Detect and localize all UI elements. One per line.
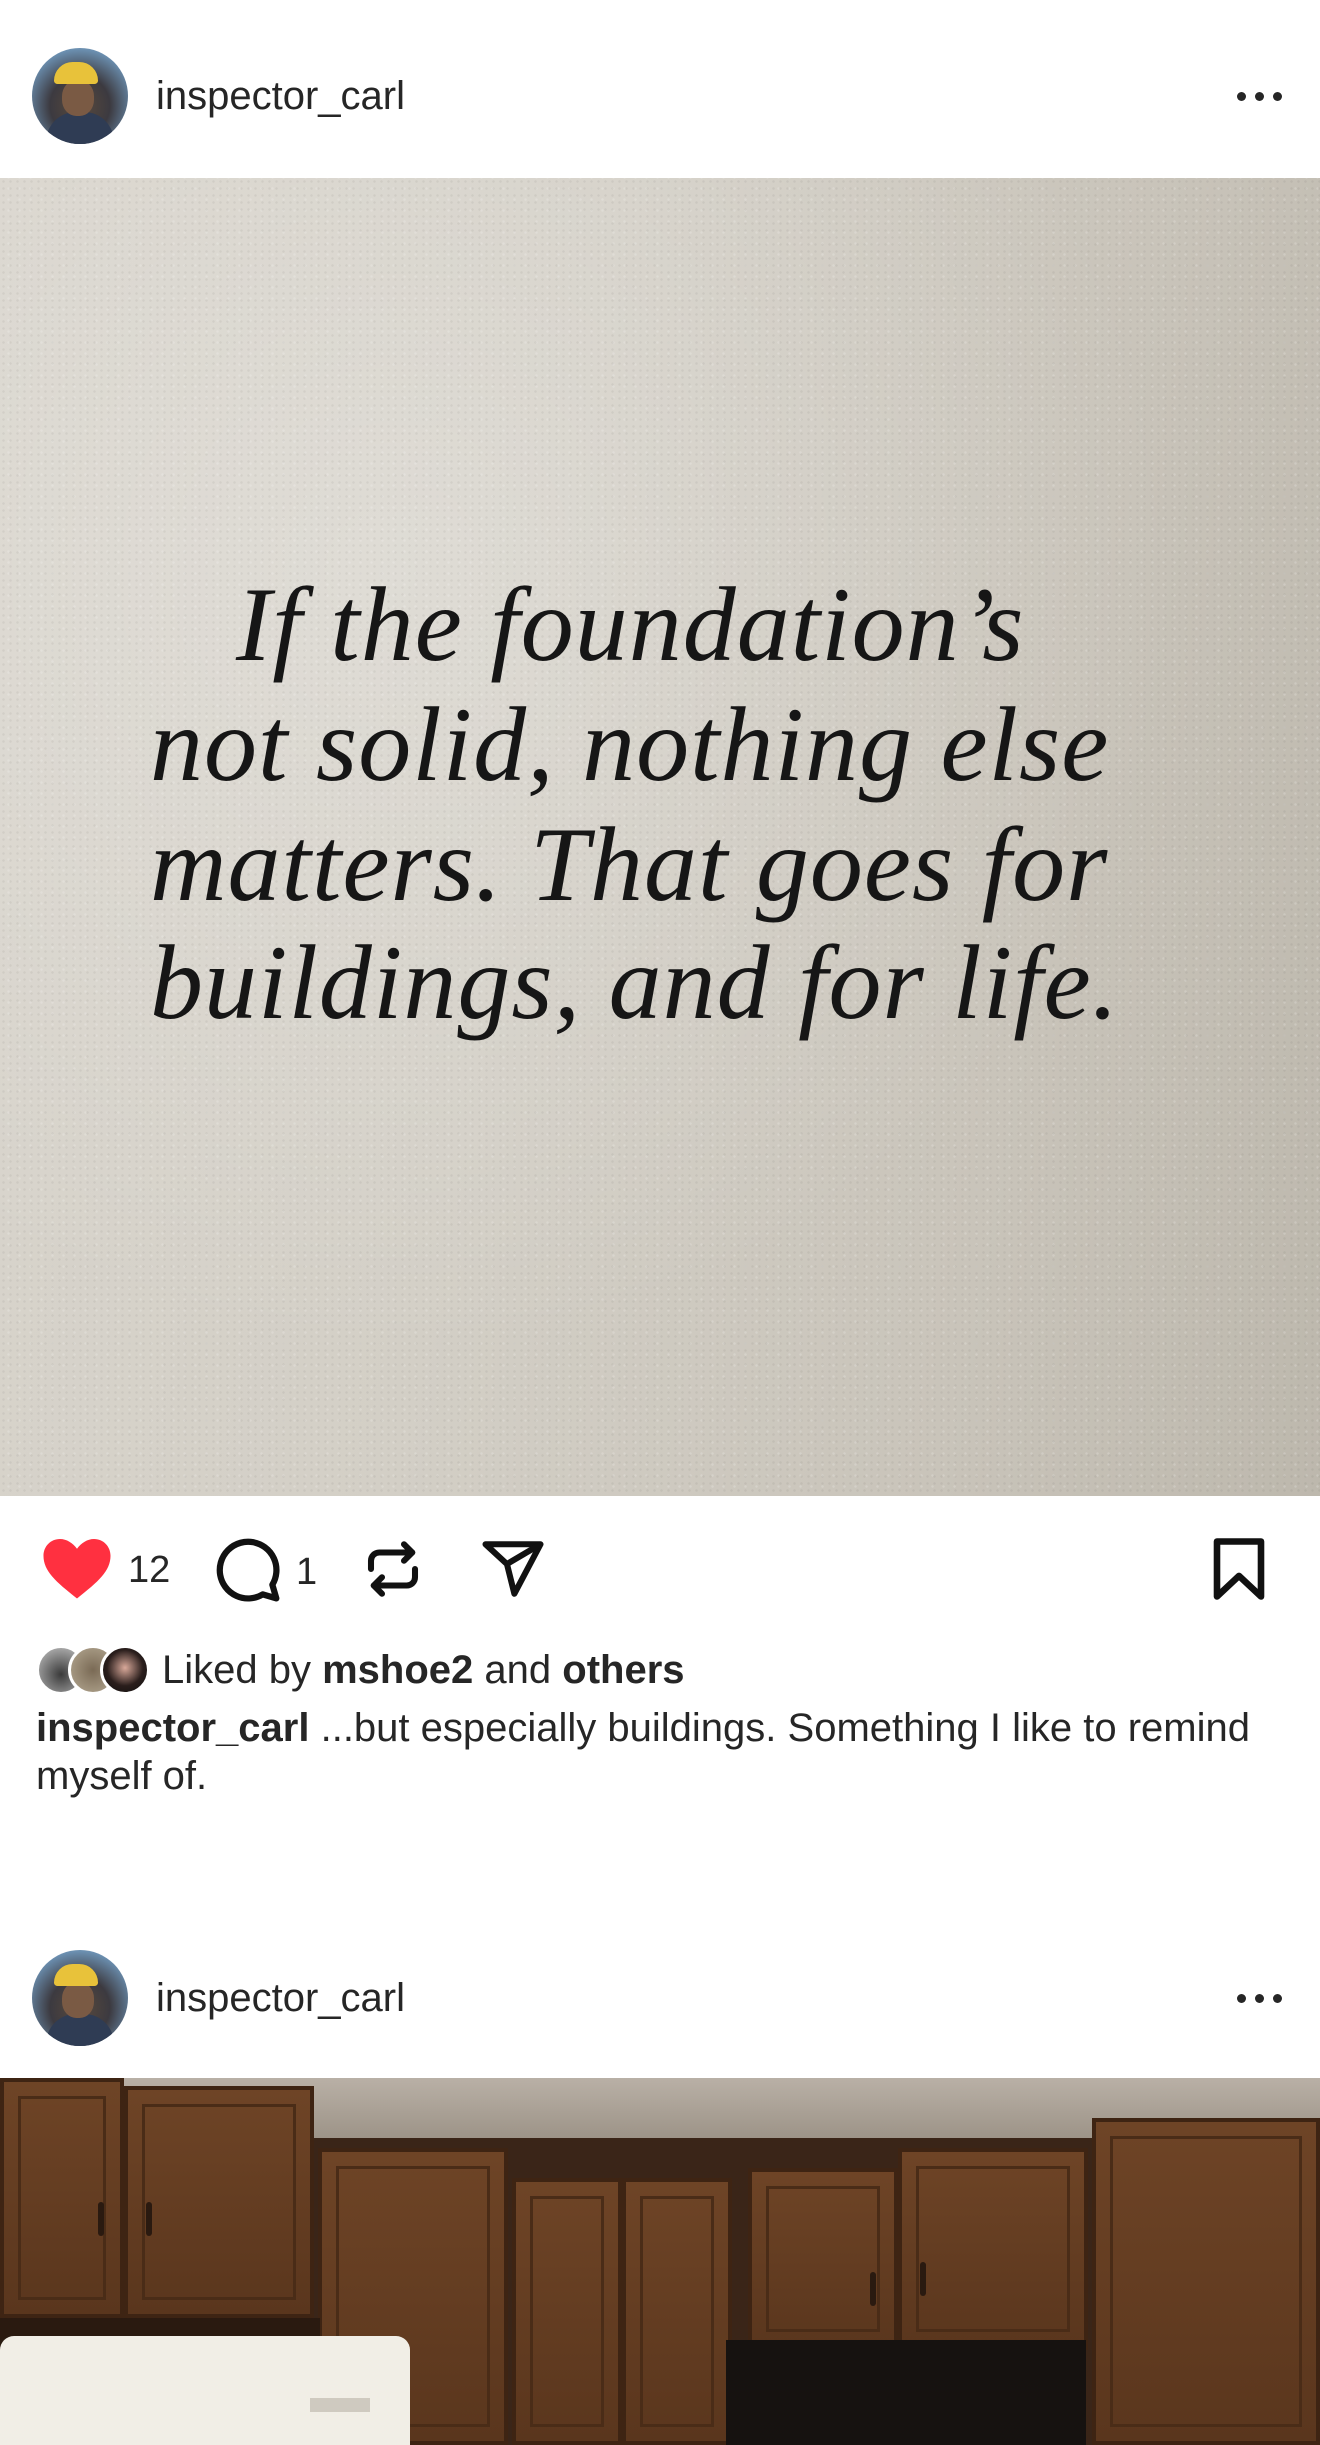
- send-icon: [478, 1536, 548, 1607]
- quote-line: buildings, and for life.: [150, 924, 1120, 1041]
- post-caption: inspector_carl ...but especially buildin…: [36, 1704, 1286, 1800]
- more-icon[interactable]: [1237, 91, 1282, 101]
- avatar[interactable]: [32, 1950, 128, 2046]
- comment-count: 1: [296, 1551, 318, 1593]
- quote-line: If the foundation’s: [236, 566, 1025, 683]
- heart-icon: [40, 1536, 114, 1605]
- avatar: [100, 1645, 150, 1695]
- repost-icon: [360, 1536, 426, 1607]
- liked-by-row[interactable]: Liked by mshoe2 and others: [36, 1640, 685, 1700]
- liked-by-and: and: [484, 1647, 552, 1692]
- liked-by-others[interactable]: others: [562, 1648, 684, 1692]
- bookmark-icon: [1208, 1536, 1270, 1607]
- post-actions: 12 1: [0, 1496, 1320, 1636]
- post-image[interactable]: If the foundation’s not solid, nothing e…: [0, 178, 1320, 1496]
- comment-button[interactable]: 1: [214, 1536, 317, 1609]
- repost-button[interactable]: [360, 1536, 426, 1607]
- comment-icon: [214, 1536, 282, 1609]
- liked-by-prefix: Liked by: [162, 1647, 311, 1692]
- avatar[interactable]: [32, 48, 128, 144]
- post-image[interactable]: [0, 2078, 1320, 2445]
- post-username[interactable]: inspector_carl: [156, 74, 405, 119]
- quote-line: not solid, nothing else: [150, 686, 1110, 803]
- save-button[interactable]: [1208, 1536, 1270, 1607]
- more-icon[interactable]: [1237, 1993, 1282, 2003]
- liked-by-text: Liked by mshoe2 and others: [162, 1648, 685, 1693]
- like-button[interactable]: 12: [40, 1536, 170, 1605]
- caption-username[interactable]: inspector_carl: [36, 1706, 309, 1750]
- post-username[interactable]: inspector_carl: [156, 1976, 405, 2021]
- quote-line: matters. That goes for: [150, 806, 1109, 923]
- liked-by-user[interactable]: mshoe2: [322, 1648, 473, 1692]
- post-header: inspector_carl: [0, 1910, 1320, 2086]
- share-button[interactable]: [478, 1536, 548, 1607]
- like-count: 12: [128, 1549, 171, 1591]
- post-header: inspector_carl: [0, 8, 1320, 184]
